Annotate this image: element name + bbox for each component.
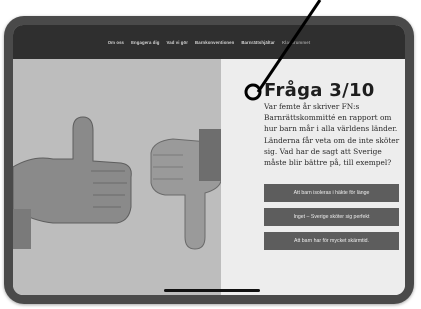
answer-button-2[interactable]: Inget – Sverige sköter sig perfekt [264,208,399,226]
home-indicator[interactable] [164,289,260,292]
question-body: Var femte år skriver FN:s Barnrättskommi… [264,102,400,168]
answer-button-1[interactable]: Att barn isoleras i häkte för länge [264,184,399,202]
pointer-circle-icon [244,83,262,101]
answer-button-3[interactable]: Att barn har för mycket skärmtid. [264,232,399,250]
pointer-line-icon [256,0,322,93]
question-title: Fråga 3/10 [264,80,375,101]
